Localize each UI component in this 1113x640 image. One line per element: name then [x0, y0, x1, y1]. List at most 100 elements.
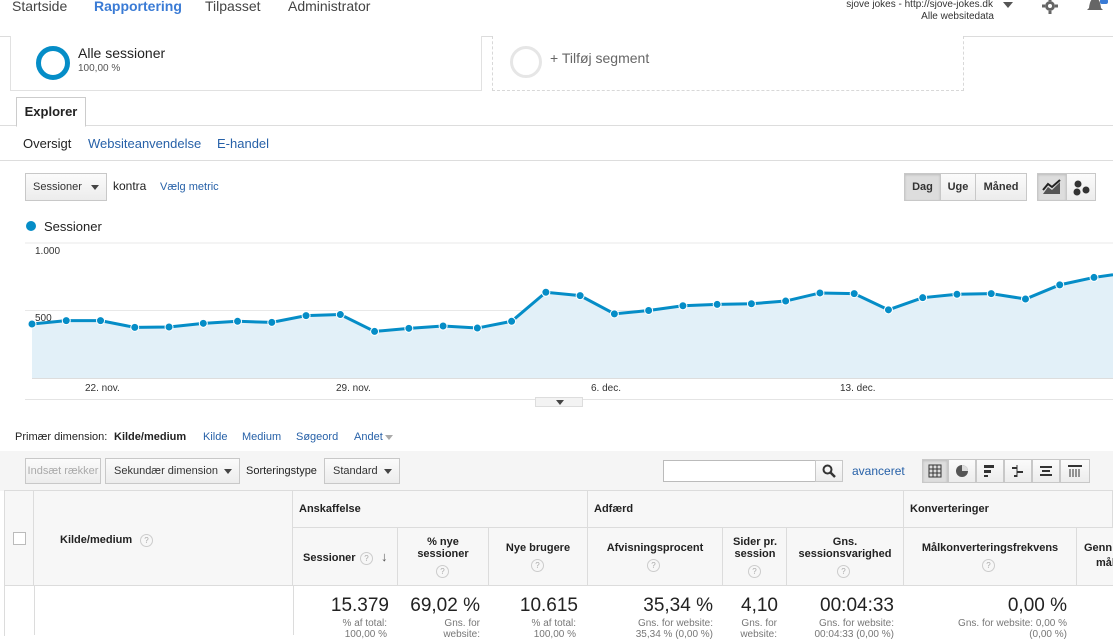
help-icon[interactable]: ? — [531, 559, 544, 572]
help-icon[interactable]: ? — [837, 565, 850, 578]
insert-rows-button[interactable]: Indsæt rækker — [25, 458, 101, 484]
table-search-input[interactable] — [663, 460, 816, 482]
select-all-cell — [5, 491, 34, 586]
bubbles-icon — [1073, 180, 1090, 196]
sort-desc-icon[interactable]: ↓ — [381, 549, 388, 564]
data-point — [438, 321, 448, 331]
help-icon[interactable]: ? — [360, 552, 373, 565]
pie-view-button[interactable] — [948, 459, 976, 483]
data-point — [164, 322, 174, 332]
period-day-button[interactable]: Dag — [904, 173, 941, 201]
group-header-behavior: Adfærd — [588, 491, 904, 528]
term-cloud-view-button[interactable] — [1032, 459, 1060, 483]
select-all-checkbox[interactable] — [13, 532, 26, 545]
metric-select-value: Sessioner — [33, 181, 82, 193]
nav-rapportering[interactable]: Rapportering — [94, 0, 182, 14]
total-pages-sub: Gns. for — [741, 618, 777, 629]
col-label-sessions: Sessioner — [303, 552, 356, 564]
subtab-websiteanvendelse[interactable]: Websiteanvendelse — [88, 136, 201, 151]
add-segment[interactable]: + Tilføj segment — [492, 36, 964, 91]
data-point — [883, 305, 893, 315]
x-tick-29nov: 29. nov. — [336, 383, 371, 394]
account-dropdown-icon[interactable] — [1003, 2, 1013, 8]
dimension-medium[interactable]: Medium — [242, 431, 281, 443]
bar-view-button[interactable] — [976, 459, 1004, 483]
help-icon[interactable]: ? — [647, 559, 660, 572]
dimension-column-header[interactable]: Kilde/medium ? — [34, 491, 293, 586]
subtab-ehandel[interactable]: E-handel — [217, 136, 269, 151]
legend-label: Sessioner — [44, 219, 102, 234]
col-label-new-sessions: % nye sessioner — [417, 536, 469, 560]
nav-administrator[interactable]: Administrator — [288, 0, 370, 14]
total-avg-duration-sub: Gns. for website: — [818, 618, 894, 629]
data-point — [1055, 280, 1065, 290]
account-name[interactable]: sjove jokes - http://sjove-jokes.dk — [846, 0, 993, 10]
secondary-dimension-select[interactable]: Sekundær dimension — [105, 458, 240, 484]
col-header-goal-completions[interactable]: Genn mål — [1077, 528, 1113, 586]
add-segment-label: + Tilføj segment — [550, 50, 650, 66]
col-label-goal-completions-line2: mål — [1096, 557, 1113, 569]
data-point — [233, 316, 243, 326]
total-new-sessions-sub: Gns. for — [444, 618, 480, 629]
sessions-chart[interactable] — [0, 240, 1113, 410]
nav-startside[interactable]: Startside — [12, 0, 67, 14]
line-chart-view-button[interactable] — [1037, 173, 1067, 201]
total-pages-per-session: 4,10 — [741, 595, 778, 616]
group-header-acquisition: Anskaffelse — [293, 491, 588, 528]
total-sessions: 15.379 — [330, 595, 389, 616]
versus-label: kontra — [113, 179, 147, 193]
metric-select[interactable]: Sessioner — [25, 173, 107, 201]
help-icon[interactable]: ? — [982, 559, 995, 572]
search-button[interactable] — [815, 460, 843, 482]
dimension-andet[interactable]: Andet — [354, 431, 383, 443]
data-point — [301, 311, 311, 321]
data-point — [370, 326, 380, 336]
gear-icon[interactable] — [1041, 0, 1059, 15]
primary-dimension-label: Primær dimension: — [15, 431, 108, 443]
help-icon[interactable]: ? — [748, 565, 761, 578]
col-header-bounce-rate[interactable]: Afvisningsprocent ? — [588, 528, 723, 586]
account-view[interactable]: Alle websitedata — [921, 11, 994, 22]
period-month-button[interactable]: Måned — [975, 173, 1027, 201]
grid-icon — [928, 464, 942, 478]
help-icon[interactable]: ? — [140, 534, 153, 547]
col-header-sessions[interactable]: Sessioner ? ↓ — [293, 528, 398, 586]
tab-explorer[interactable]: Explorer — [16, 97, 86, 127]
col-header-goal-conversion[interactable]: Målkonverteringsfrekvens ? — [904, 528, 1077, 586]
sort-type-select[interactable]: Standard — [324, 458, 400, 484]
segment-name: Alle sessioner — [78, 45, 166, 61]
advanced-filter-link[interactable]: avanceret — [852, 464, 905, 478]
data-point — [541, 287, 551, 297]
col-header-avg-duration[interactable]: Gns. sessionsvarighed ? — [787, 528, 904, 586]
segment-all-sessions[interactable]: Alle sessioner 100,00 % — [10, 36, 482, 91]
bell-icon[interactable] — [1086, 0, 1108, 14]
col-header-pages-per-session[interactable]: Sider pr. session ? — [723, 528, 787, 586]
sort-type-label: Sorteringstype — [246, 465, 317, 477]
data-point — [507, 316, 517, 326]
sort-type-value: Standard — [333, 465, 378, 477]
comparison-view-button[interactable] — [1004, 459, 1032, 483]
col-header-new-sessions[interactable]: % nye sessioner ? — [398, 528, 489, 586]
motion-chart-view-button[interactable] — [1066, 173, 1096, 201]
comparison-icon — [1012, 465, 1023, 477]
subtab-divider — [0, 160, 1113, 161]
data-point — [575, 291, 585, 301]
help-icon[interactable]: ? — [436, 565, 449, 578]
search-icon — [822, 464, 836, 478]
pie-chart-icon — [956, 465, 968, 477]
dimension-kilde-medium[interactable]: Kilde/medium — [114, 431, 186, 443]
group-header-conversions: Konverteringer — [904, 491, 1113, 528]
table-view-button[interactable] — [922, 459, 948, 483]
subtab-oversigt[interactable]: Oversigt — [23, 136, 71, 151]
total-avg-duration: 00:04:33 — [820, 595, 894, 616]
period-week-button[interactable]: Uge — [940, 173, 976, 201]
dimension-soegeord[interactable]: Søgeord — [296, 431, 338, 443]
choose-metric-link[interactable]: Vælg metric — [160, 181, 219, 193]
nav-tilpasset[interactable]: Tilpasset — [205, 0, 261, 14]
series-area — [32, 274, 1113, 378]
chart-collapse-handle[interactable] — [535, 397, 583, 407]
data-point — [1020, 294, 1030, 304]
pivot-view-button[interactable] — [1060, 459, 1090, 483]
dimension-kilde[interactable]: Kilde — [203, 431, 227, 443]
col-header-new-users[interactable]: Nye brugere ? — [489, 528, 588, 586]
